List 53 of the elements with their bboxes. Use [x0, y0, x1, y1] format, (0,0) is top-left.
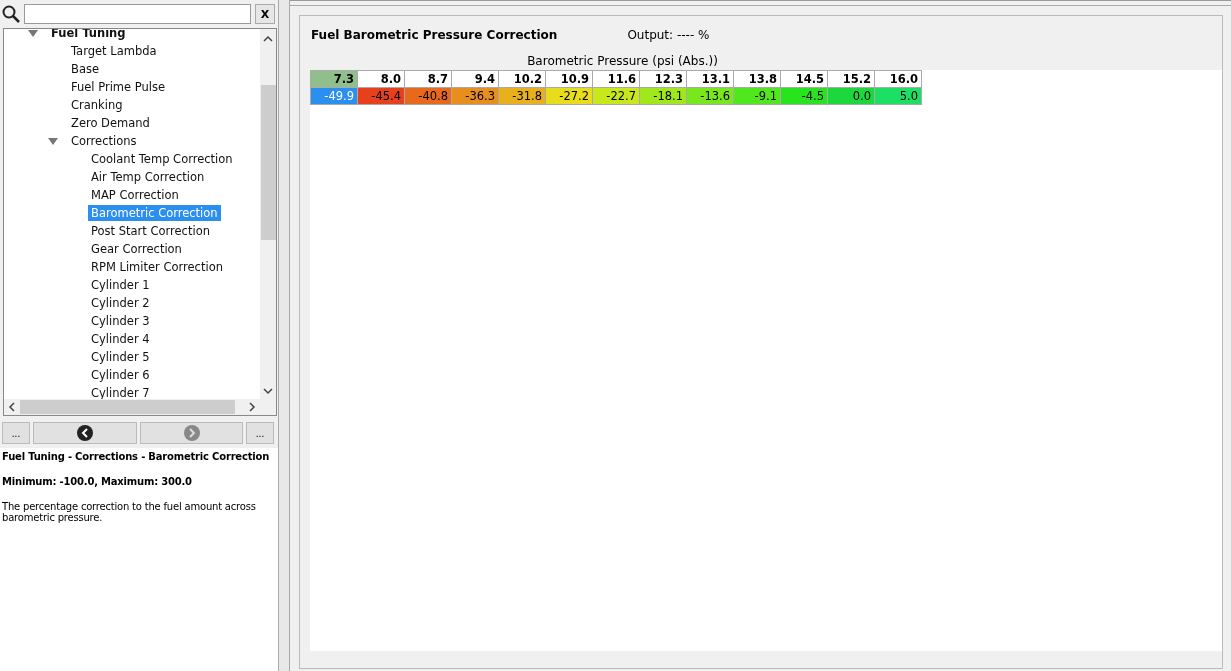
tree-item[interactable]: Fuel Prime Pulse	[68, 79, 169, 95]
tree-item[interactable]: Cylinder 3	[88, 313, 153, 329]
tree-item[interactable]: Cylinder 6	[88, 367, 153, 383]
more-button[interactable]: ...	[2, 422, 30, 444]
column-header[interactable]: 7.3	[310, 70, 358, 88]
column-header[interactable]: 16.0	[874, 70, 922, 88]
tree-item[interactable]: Cylinder 1	[88, 277, 153, 293]
scroll-right-icon[interactable]	[248, 402, 256, 412]
tree-item[interactable]: Coolant Temp Correction	[88, 151, 236, 167]
column-header[interactable]: 9.4	[451, 70, 499, 88]
back-button[interactable]	[33, 422, 137, 444]
tree-item[interactable]: Cylinder 5	[88, 349, 153, 365]
info-path: Fuel Tuning - Corrections - Barometric Correction	[2, 451, 271, 462]
more-button[interactable]: ...	[246, 422, 274, 444]
output-readout: Output: ---- %	[627, 28, 710, 42]
clear-search-button[interactable]: X	[255, 4, 275, 24]
tree-item[interactable]: Cylinder 7	[88, 385, 153, 399]
column-header[interactable]: 13.1	[686, 70, 734, 88]
tree-item[interactable]: Base	[68, 61, 102, 77]
tree-item[interactable]: Zero Demand	[68, 115, 153, 131]
scrollbar-thumb[interactable]	[20, 400, 235, 414]
column-header[interactable]: 13.8	[733, 70, 781, 88]
table-title: Fuel Barometric Pressure Correction	[311, 28, 558, 42]
tree-item[interactable]: Corrections	[68, 133, 140, 149]
column-header[interactable]: 10.9	[545, 70, 593, 88]
tree-item[interactable]: MAP Correction	[88, 187, 182, 203]
tree-item[interactable]: Cylinder 2	[88, 295, 153, 311]
tree-item[interactable]: Cylinder 4	[88, 331, 153, 347]
expanded-arrow-icon[interactable]	[48, 137, 58, 145]
search-field[interactable]	[24, 4, 251, 24]
tree-item[interactable]: Cranking	[68, 97, 126, 113]
info-description: The percentage correction to the fuel amount across barometric pressure.	[2, 501, 257, 523]
search-icon	[2, 5, 20, 23]
column-header[interactable]: 10.2	[498, 70, 546, 88]
column-header[interactable]: 8.7	[404, 70, 452, 88]
info-limits: Minimum: -100.0, Maximum: 300.0	[2, 476, 193, 487]
scroll-left-icon[interactable]	[8, 402, 16, 412]
expanded-arrow-icon[interactable]	[28, 29, 38, 37]
axis-label: Barometric Pressure (psi (Abs.))	[526, 54, 719, 68]
scroll-down-icon[interactable]	[263, 387, 273, 395]
column-header[interactable]: 11.6	[592, 70, 640, 88]
column-header[interactable]: 8.0	[357, 70, 405, 88]
scroll-up-icon[interactable]	[263, 35, 273, 43]
tree-item[interactable]: Air Temp Correction	[88, 169, 208, 185]
column-header[interactable]: 15.2	[827, 70, 875, 88]
scrollbar-thumb[interactable]	[260, 85, 276, 240]
column-header[interactable]: 12.3	[639, 70, 687, 88]
tree-item[interactable]: RPM Limiter Correction	[88, 259, 226, 275]
tree-item[interactable]: Post Start Correction	[88, 223, 213, 239]
column-header[interactable]: 14.5	[780, 70, 828, 88]
tree-item[interactable]: Gear Correction	[88, 241, 185, 257]
tree-item[interactable]: Target Lambda	[68, 43, 160, 59]
tree-item[interactable]: Fuel Tuning	[48, 29, 129, 41]
